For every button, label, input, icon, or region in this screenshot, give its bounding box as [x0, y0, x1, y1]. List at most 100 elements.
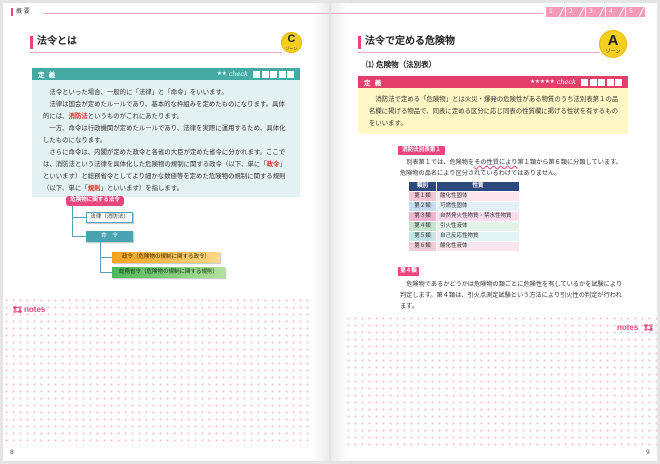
definition-body: 消防法で定める「危険物」とは火災・爆発の危険性がある物質のうち法別表第１の品名欄… [358, 88, 628, 134]
zone-letter: C [287, 33, 296, 45]
column-header: 類別 [408, 181, 437, 192]
check-box [581, 78, 588, 86]
page-number: 9 [646, 449, 650, 456]
definition-label: 定 義 [364, 79, 383, 87]
header-rule [43, 13, 329, 14]
keyword-cabinet-order: 政令 [266, 160, 280, 168]
zone-letter: A [607, 32, 619, 49]
table-row: 第６類 酸化性液体 [408, 241, 520, 252]
definition-header: 定 義 ★★ check [32, 68, 300, 80]
section-label: 概 要 [16, 8, 30, 15]
diagram-title: 危険物に関する法令 [66, 196, 124, 206]
title-underline [358, 52, 600, 53]
check-box [278, 70, 286, 78]
chapter-tab: 3 [586, 7, 605, 17]
table-row: 第５類 自己反応性物質 [408, 231, 520, 242]
chapter-tabs: 1 2 3 4 5 [546, 7, 645, 17]
table-row: 第２類 可燃性固体 [408, 201, 520, 212]
notes-grid [3, 297, 313, 447]
keyword-regulation: 規則 [87, 184, 101, 192]
check-box [287, 70, 294, 78]
subheading: ⑴ 危険物（法別表） [366, 60, 437, 69]
notes-label: notes [617, 323, 639, 332]
check-boxes [253, 70, 294, 78]
connector-line [72, 206, 73, 237]
notes-icon [13, 306, 22, 313]
check-box [615, 78, 622, 86]
property-cell: 自己反応性物質 [436, 231, 520, 242]
zone-badge: A ゾーン [599, 30, 627, 58]
title-marker [30, 36, 33, 49]
page-title: 法令とは [37, 36, 77, 47]
paragraph: 法令といった場合、一般的に「法律」と「命令」をいいます。 [43, 86, 291, 98]
title-underline [30, 52, 282, 53]
importance-stars: ★★★★★ [530, 79, 555, 85]
definition-label: 定 義 [38, 71, 57, 79]
gutter-shadow [313, 3, 329, 461]
property-cell: 自然発火性物質・禁水性物質 [436, 211, 520, 222]
notes-icon [644, 324, 653, 331]
cabinet-order-node: 政令（危険物の規制に関する政令） [112, 252, 220, 263]
title-marker [358, 36, 361, 49]
zone-label: ゾーン [605, 49, 621, 55]
right-page: 1 2 3 4 5 法令で定める危険物 A ゾーン ⑴ 危険物（法別表） 定 義… [331, 3, 657, 461]
property-cell: 酸化性液体 [436, 241, 520, 252]
left-page: 概 要 法令とは C ゾーン 定 義 ★★ check 法令といった場合、一般的… [3, 3, 329, 461]
section-marker [11, 8, 13, 16]
text: さらに命令は、内閣が定めた政令と各省の大臣が定めた省令に分かれます。ここでは、消… [43, 148, 286, 168]
check-box [261, 70, 269, 78]
page-title: 法令で定める危険物 [365, 36, 455, 47]
check-label: check [228, 70, 248, 78]
class-cell: 第３類 [408, 211, 437, 222]
connector-line [72, 236, 86, 237]
chapter-tab: 1 [546, 7, 565, 17]
check-box [598, 78, 605, 86]
table-row: 第３類 自然発火性物質・禁水性物質 [408, 211, 520, 222]
connector-line [100, 257, 112, 258]
definition-box: 定 義 ★★★★★ check 消防法で定める「危険物」とは火災・爆発の危険性が… [358, 76, 628, 134]
ministerial-ordinance-node: 総務省令（危険物の規制に関する規則） [112, 267, 225, 278]
column-header: 性質 [436, 181, 520, 192]
order-node: 命 令 [86, 231, 133, 242]
class4-text: 危険物であるかどうかは危険物の類ごとに危険性を有しているかを試験により判定します… [400, 281, 623, 310]
class-cell: 第６類 [408, 241, 437, 252]
check-box [589, 78, 597, 86]
text: というものがこれにあたります。 [87, 112, 183, 120]
annex-label: 消防法別表第１ [398, 146, 445, 155]
connector-line [72, 217, 86, 218]
text: 法令といった場合、一般的に「法律」と「命令」をいいます。 [49, 88, 228, 96]
definition-box: 定 義 ★★ check 法令といった場合、一般的に「法律」と「命令」をいいます… [32, 68, 300, 197]
paragraph: 一方、命令は行政機関が定めたルールであり、法律を実際に運用するため、具体化したも… [43, 122, 291, 146]
annex-text: 別表第１では、危険物をその性質により第１類から第６類に分類しています。危険物の品… [400, 157, 626, 179]
emphasis-text: その性質により [474, 159, 518, 166]
definition-header: 定 義 ★★★★★ check [358, 76, 628, 88]
definition-text: 消防法で定める「危険物」とは火災・爆発の危険性がある物質のうち法別表第１の品名欄… [369, 95, 619, 127]
table-row: 第４類 引火性液体 [408, 221, 520, 232]
chapter-tab: 5 [626, 7, 645, 17]
class-cell: 第１類 [408, 191, 437, 202]
text: 別表第１では、危険物を [406, 159, 475, 166]
text: 一方、命令は行政機関が定めたルールであり、法律を実際に運用するため、具体化したも… [43, 124, 286, 144]
law-node: 法律（消防法） [86, 212, 133, 223]
zone-label: ゾーン [285, 46, 298, 51]
text: 」といいます）を指します。 [100, 184, 183, 192]
check-box [253, 70, 260, 78]
notes-label: notes [24, 305, 46, 314]
notes-grid [345, 315, 657, 447]
chapter-tab: 4 [606, 7, 625, 17]
header-rule [331, 13, 543, 14]
check-box [270, 70, 277, 78]
class-cell: 第２類 [408, 201, 437, 212]
property-cell: 可燃性固体 [436, 201, 520, 212]
check-box [606, 78, 614, 86]
page-number: 8 [10, 449, 14, 456]
hazard-class-table: 類別 性質 第１類 酸化性固体 第２類 可燃性固体 第３類 自然発火性物質・禁水… [408, 181, 520, 252]
zone-badge: C ゾーン [281, 32, 302, 53]
check-label: check [556, 78, 576, 86]
chapter-tab: 2 [566, 7, 585, 17]
connector-line [100, 272, 112, 273]
table-row: 第１類 酸化性固体 [408, 191, 520, 202]
check-area: ★★★★★ check [530, 78, 622, 86]
keyword-fire-service-act: 消防法 [68, 112, 88, 120]
class-cell: 第４類 [408, 221, 437, 232]
